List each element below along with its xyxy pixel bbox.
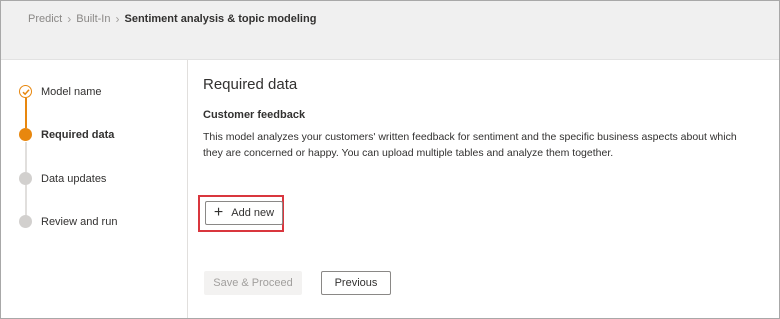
step-label: Model name: [41, 85, 102, 98]
plus-icon: +: [213, 204, 224, 221]
step-sidebar: Model name Required data Data updates Re…: [1, 60, 188, 318]
step-label: Data updates: [41, 172, 107, 185]
breadcrumb: Predict › Built-In › Sentiment analysis …: [28, 12, 316, 26]
breadcrumb-built-in[interactable]: Built-In: [76, 13, 110, 25]
add-new-label: Add new: [231, 207, 275, 219]
header-bar: Predict › Built-In › Sentiment analysis …: [1, 1, 779, 60]
step-pending-dot-icon: [19, 172, 32, 185]
previous-button[interactable]: Previous: [321, 271, 391, 295]
step-label: Required data: [41, 128, 115, 141]
step-required-data[interactable]: Required data: [19, 128, 114, 141]
step-active-dot-icon: [19, 128, 32, 141]
save-proceed-button[interactable]: Save & Proceed: [204, 271, 302, 295]
page-title: Required data: [203, 76, 298, 93]
chevron-right-icon: ›: [67, 12, 72, 26]
add-new-button[interactable]: + Add new: [205, 201, 283, 225]
breadcrumb-current: Sentiment analysis & topic modeling: [124, 13, 317, 25]
step-model-name[interactable]: Model name: [19, 85, 102, 98]
step-connector: [25, 98, 27, 128]
step-label: Review and run: [41, 215, 118, 228]
section-description: This model analyzes your customers' writ…: [203, 131, 737, 159]
app-window: Predict › Built-In › Sentiment analysis …: [0, 0, 780, 319]
chevron-right-icon: ›: [115, 12, 120, 26]
breadcrumb-predict[interactable]: Predict: [28, 13, 62, 25]
step-connector: [25, 142, 27, 172]
step-pending-dot-icon: [19, 215, 32, 228]
step-connector: [25, 185, 27, 216]
check-icon: [19, 85, 32, 98]
step-review-and-run[interactable]: Review and run: [19, 215, 117, 228]
section-subtitle: Customer feedback: [203, 109, 306, 121]
step-data-updates[interactable]: Data updates: [19, 172, 106, 185]
